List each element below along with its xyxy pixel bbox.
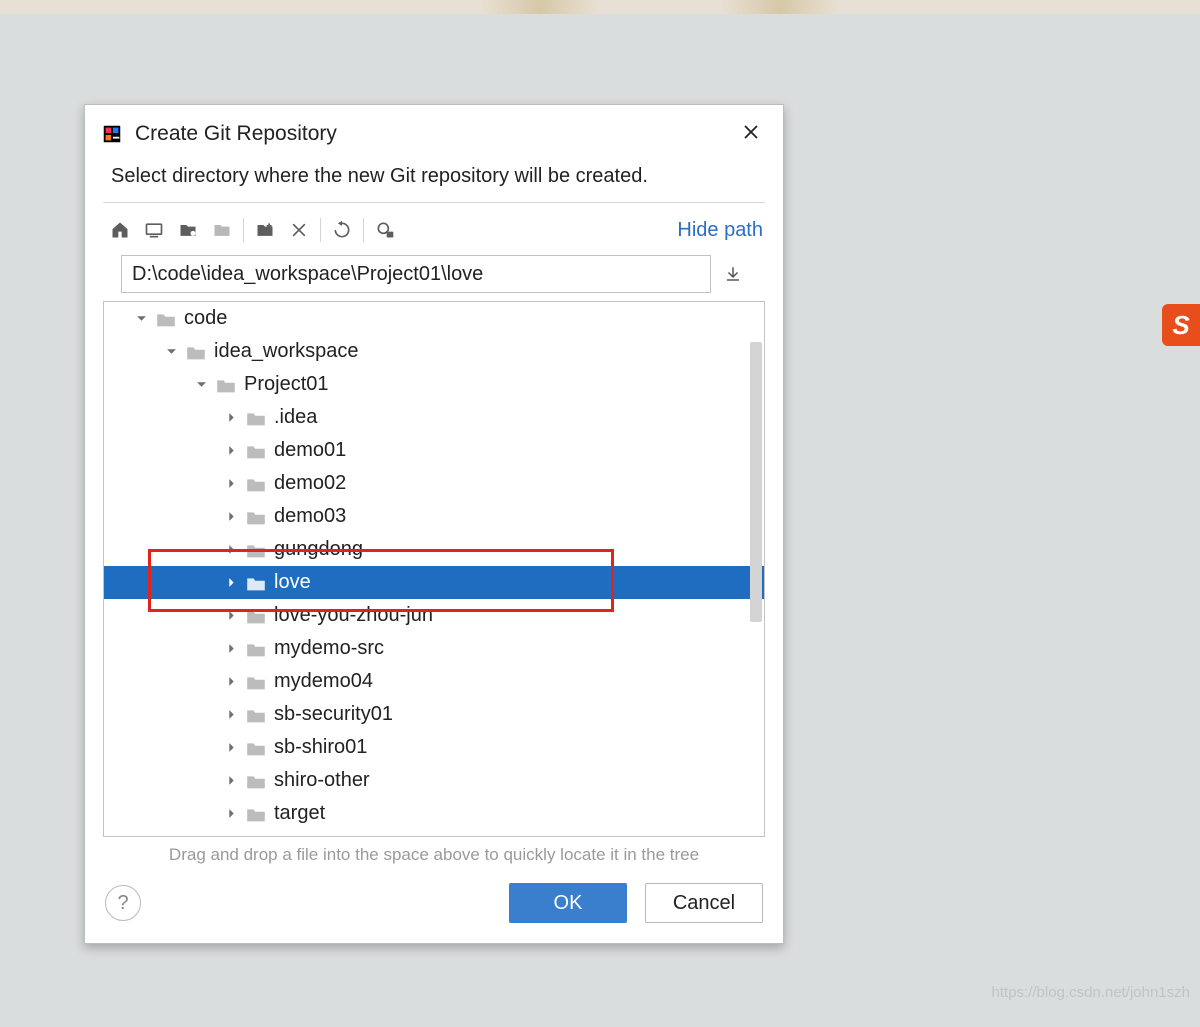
tree-item-label: demo02	[274, 472, 346, 495]
tree-item[interactable]: love-you-zhou-jun	[104, 599, 764, 632]
directory-tree-container: code idea_workspace Project01 .idea demo01 de…	[103, 301, 765, 837]
folder-icon	[246, 641, 266, 657]
chevron-down-icon[interactable]	[162, 343, 180, 361]
tree-item[interactable]: mydemo04	[104, 665, 764, 698]
tree-item[interactable]: shiro-other	[104, 764, 764, 797]
button-row: ? OK Cancel	[85, 877, 783, 943]
intellij-icon	[101, 123, 123, 145]
toolbar-separator	[320, 218, 321, 242]
chevron-down-icon[interactable]	[132, 310, 150, 328]
path-input[interactable]	[121, 255, 711, 293]
tree-item-label: code	[184, 307, 227, 330]
folder-icon	[246, 773, 266, 789]
tree-item-label: sb-security01	[274, 703, 393, 726]
tree-item[interactable]: sb-security01	[104, 698, 764, 731]
chevron-right-icon[interactable]	[222, 706, 240, 724]
tree-item[interactable]: love	[104, 566, 764, 599]
refresh-icon[interactable]	[325, 216, 359, 244]
folder-icon	[246, 443, 266, 459]
project-dir-icon[interactable]	[171, 216, 205, 244]
folder-icon	[246, 542, 266, 558]
chevron-right-icon[interactable]	[222, 673, 240, 691]
home-icon[interactable]	[103, 216, 137, 244]
directory-tree[interactable]: code idea_workspace Project01 .idea demo01 de…	[104, 302, 764, 836]
ok-button[interactable]: OK	[509, 883, 627, 923]
tree-item[interactable]: mydemo-src	[104, 632, 764, 665]
folder-icon	[246, 410, 266, 426]
tree-item[interactable]: code	[104, 302, 764, 335]
tree-item-label: idea_workspace	[214, 340, 359, 363]
chevron-right-icon[interactable]	[222, 508, 240, 526]
folder-icon	[246, 509, 266, 525]
toolbar: Hide path	[103, 213, 765, 247]
delete-icon[interactable]	[282, 216, 316, 244]
tree-item-label: sb-shiro01	[274, 736, 367, 759]
tree-item[interactable]: demo03	[104, 500, 764, 533]
chevron-right-icon[interactable]	[222, 409, 240, 427]
chevron-right-icon[interactable]	[222, 640, 240, 658]
drag-drop-hint: Drag and drop a file into the space abov…	[85, 837, 783, 877]
chevron-right-icon[interactable]	[222, 574, 240, 592]
folder-icon	[246, 707, 266, 723]
chevron-down-icon[interactable]	[192, 376, 210, 394]
tree-item-label: target	[274, 802, 325, 825]
chevron-right-icon[interactable]	[222, 442, 240, 460]
top-decor-strip	[0, 0, 1200, 14]
tree-item-label: gungdong	[274, 538, 363, 561]
module-dir-icon	[205, 216, 239, 244]
folder-icon	[246, 476, 266, 492]
tree-item[interactable]: demo02	[104, 467, 764, 500]
show-hidden-icon[interactable]	[368, 216, 402, 244]
folder-icon	[246, 674, 266, 690]
tree-item[interactable]: Project01	[104, 368, 764, 401]
close-button[interactable]	[735, 119, 767, 150]
path-row	[121, 255, 747, 293]
toolbar-separator	[243, 218, 244, 242]
folder-icon	[246, 575, 266, 591]
watermark-text: https://blog.csdn.net/john1szh	[992, 984, 1190, 1001]
tree-item-label: demo03	[274, 505, 346, 528]
tree-item-label: shiro-other	[274, 769, 370, 792]
new-folder-icon[interactable]	[248, 216, 282, 244]
scrollbar[interactable]	[750, 342, 762, 622]
toolbar-separator	[363, 218, 364, 242]
desktop-icon[interactable]	[137, 216, 171, 244]
tree-item-label: mydemo04	[274, 670, 373, 693]
hide-path-link[interactable]: Hide path	[677, 219, 763, 242]
chevron-right-icon[interactable]	[222, 607, 240, 625]
tree-item[interactable]: target	[104, 797, 764, 830]
help-button[interactable]: ?	[105, 885, 141, 921]
tree-item-label: Project01	[244, 373, 329, 396]
tree-item[interactable]: sb-shiro01	[104, 731, 764, 764]
tree-item-label: mydemo-src	[274, 637, 384, 660]
folder-icon	[246, 608, 266, 624]
tree-item-label: demo01	[274, 439, 346, 462]
chevron-right-icon[interactable]	[222, 772, 240, 790]
tree-item[interactable]: .idea	[104, 401, 764, 434]
dialog-title: Create Git Repository	[135, 122, 735, 146]
folder-icon	[156, 311, 176, 327]
chevron-right-icon[interactable]	[222, 475, 240, 493]
tree-item[interactable]: idea_workspace	[104, 335, 764, 368]
folder-icon	[246, 806, 266, 822]
instruction-text: Select directory where the new Git repos…	[85, 155, 783, 202]
history-dropdown-icon[interactable]	[719, 260, 747, 288]
tree-item[interactable]: demo01	[104, 434, 764, 467]
tree-item-label: love-you-zhou-jun	[274, 604, 433, 627]
tree-item-label: .idea	[274, 406, 317, 429]
folder-icon	[186, 344, 206, 360]
tree-item-label: love	[274, 571, 311, 594]
side-badge[interactable]: S	[1162, 304, 1200, 346]
folder-icon	[246, 740, 266, 756]
toolbar-section: Hide path	[103, 202, 765, 293]
folder-icon	[216, 377, 236, 393]
titlebar: Create Git Repository	[85, 105, 783, 155]
chevron-right-icon[interactable]	[222, 739, 240, 757]
chevron-right-icon[interactable]	[222, 805, 240, 823]
create-git-repository-dialog: Create Git Repository Select directory w…	[84, 104, 784, 944]
chevron-right-icon[interactable]	[222, 541, 240, 559]
cancel-button[interactable]: Cancel	[645, 883, 763, 923]
tree-item[interactable]: gungdong	[104, 533, 764, 566]
